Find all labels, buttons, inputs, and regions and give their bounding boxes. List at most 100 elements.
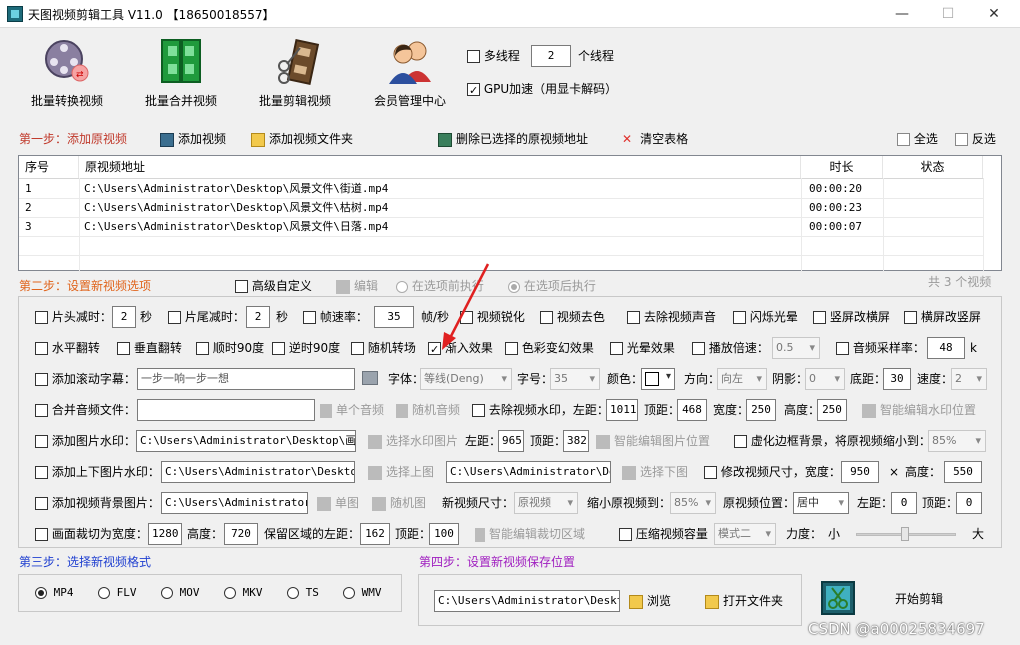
format-radio-dot[interactable] bbox=[161, 587, 173, 599]
format-radio-ts[interactable]: TS bbox=[287, 583, 319, 603]
sample-rate-input[interactable]: 48 bbox=[927, 337, 965, 359]
random-trans-check[interactable] bbox=[351, 342, 364, 355]
choose-watermark-image-button[interactable]: 选择水印图片 bbox=[368, 431, 458, 451]
wm-left-input[interactable]: 1011 bbox=[606, 399, 638, 421]
edit-button[interactable]: 编辑 bbox=[336, 276, 378, 296]
frame-rate-checkbox[interactable]: 帧速率： bbox=[303, 307, 368, 327]
flash-check[interactable] bbox=[733, 311, 746, 324]
img-top-input[interactable]: 382 bbox=[563, 430, 589, 452]
compress-mode-select[interactable]: 模式二 bbox=[714, 523, 776, 545]
crop-left-input[interactable]: 162 bbox=[360, 523, 390, 545]
blur-border-check[interactable] bbox=[734, 435, 747, 448]
wm-height-input[interactable]: 250 bbox=[817, 399, 847, 421]
random-image-button[interactable]: 随机图 bbox=[372, 493, 426, 513]
rot90-checkbox[interactable]: 顺时90度 bbox=[196, 338, 264, 358]
add-folder-button[interactable]: 添加视频文件夹 bbox=[251, 129, 353, 149]
batch-convert-button[interactable]: ⇄ 批量转换视频 bbox=[17, 36, 117, 109]
background-image-checkbox[interactable]: 添加视频背景图片： bbox=[35, 493, 160, 513]
head-cut-input[interactable]: 2 bbox=[112, 306, 136, 328]
hflip-checkbox[interactable]: 水平翻转 bbox=[35, 338, 100, 358]
member-center-button[interactable]: 会员管理中心 bbox=[360, 36, 460, 109]
smart-crop-button[interactable]: 智能编辑裁切区域 bbox=[475, 524, 585, 544]
audio-path-input[interactable] bbox=[137, 399, 315, 421]
scroll-sub-checkbox[interactable]: 添加滚动字幕： bbox=[35, 369, 136, 389]
table-row[interactable]: 3 C:\Users\Administrator\Desktop\风景文件\日落… bbox=[19, 217, 983, 236]
choose-top-image-button[interactable]: 选择上图 bbox=[368, 462, 434, 482]
v2h-check[interactable] bbox=[813, 311, 826, 324]
vflip-check[interactable] bbox=[117, 342, 130, 355]
head-cut-checkbox[interactable]: 片头减时： bbox=[35, 307, 112, 327]
format-radio-flv[interactable]: FLV bbox=[98, 583, 137, 603]
format-radio-dot[interactable] bbox=[287, 587, 299, 599]
minimize-button[interactable]: — bbox=[880, 0, 924, 28]
single-audio-button[interactable]: 单个音频 bbox=[320, 400, 384, 420]
position-select[interactable]: 居中 bbox=[793, 492, 849, 514]
crop-top-input[interactable]: 100 bbox=[429, 523, 459, 545]
resize-width-input[interactable]: 950 bbox=[841, 461, 879, 483]
format-radio-mp4[interactable]: MP4 bbox=[35, 583, 74, 603]
col-header-path[interactable]: 原视频地址 bbox=[79, 156, 801, 178]
maximize-button[interactable]: ☐ bbox=[926, 0, 970, 28]
head-cut-check[interactable] bbox=[35, 311, 48, 324]
blur-scale-select[interactable]: 85% bbox=[928, 430, 986, 452]
save-path-input[interactable]: C:\Users\Administrator\Desktop\ bbox=[434, 590, 620, 612]
v2h-checkbox[interactable]: 竖屏改横屏 bbox=[813, 307, 890, 327]
shadow-select[interactable]: 0 bbox=[805, 368, 845, 390]
speed-select[interactable]: 0.5 bbox=[772, 337, 820, 359]
delete-selected-button[interactable]: 删除已选择的原视频地址 bbox=[438, 129, 588, 149]
after-option-radio[interactable]: 在选项后执行 bbox=[508, 276, 596, 296]
table-row[interactable]: 1 C:\Users\Administrator\Desktop\风景文件\街道… bbox=[19, 179, 983, 198]
tail-cut-input[interactable]: 2 bbox=[246, 306, 270, 328]
resize-check[interactable] bbox=[704, 466, 717, 479]
format-radio-dot[interactable] bbox=[343, 587, 355, 599]
vflip-checkbox[interactable]: 垂直翻转 bbox=[117, 338, 182, 358]
wm-top-input[interactable]: 468 bbox=[677, 399, 707, 421]
remove-watermark-checkbox[interactable]: 去除视频水印，左距： bbox=[472, 400, 609, 420]
after-option-dot[interactable] bbox=[508, 280, 520, 293]
color-fx-check[interactable] bbox=[505, 342, 518, 355]
format-radio-dot[interactable] bbox=[35, 587, 47, 599]
bg-top-input[interactable]: 0 bbox=[956, 492, 982, 514]
single-image-button[interactable]: 单图 bbox=[317, 493, 359, 513]
top-image-path[interactable]: C:\Users\Administrator\Desktop\Q bbox=[161, 461, 355, 483]
subtitle-input[interactable]: 一步一响一步一想 bbox=[137, 368, 355, 390]
image-watermark-check[interactable] bbox=[35, 435, 48, 448]
browse-button[interactable]: 浏览 bbox=[629, 591, 671, 611]
gpu-checkbox[interactable]: GPU加速（用显卡解码） bbox=[467, 79, 617, 101]
merge-audio-check[interactable] bbox=[35, 404, 48, 417]
blur-border-checkbox[interactable]: 虚化边框背景，将原视频缩小到： bbox=[734, 431, 931, 451]
shrink-select[interactable]: 85% bbox=[670, 492, 716, 514]
h2v-check[interactable] bbox=[904, 311, 917, 324]
random-trans-checkbox[interactable]: 随机转场 bbox=[351, 338, 416, 358]
strength-slider[interactable] bbox=[856, 527, 956, 541]
light-fx-check[interactable] bbox=[610, 342, 623, 355]
add-video-button[interactable]: 添加视频 bbox=[160, 129, 226, 149]
new-size-select[interactable]: 原视频 bbox=[514, 492, 578, 514]
format-radio-mov[interactable]: MOV bbox=[161, 583, 200, 603]
remove-watermark-check[interactable] bbox=[472, 404, 485, 417]
thread-count-input[interactable]: 2 bbox=[531, 45, 571, 67]
top-bottom-image-checkbox[interactable]: 添加上下图片水印： bbox=[35, 462, 160, 482]
frame-rate-check[interactable] bbox=[303, 311, 316, 324]
crop-width-input[interactable]: 1280 bbox=[148, 523, 182, 545]
speed-checkbox[interactable]: 播放倍速： bbox=[692, 338, 769, 358]
smart-watermark-button[interactable]: 智能编辑水印位置 bbox=[862, 400, 976, 420]
tail-cut-checkbox[interactable]: 片尾减时： bbox=[168, 307, 245, 327]
merge-audio-checkbox[interactable]: 合并音频文件： bbox=[35, 400, 136, 420]
mute-check[interactable] bbox=[627, 311, 640, 324]
crop-check[interactable] bbox=[35, 528, 48, 541]
flash-checkbox[interactable]: 闪烁光晕 bbox=[733, 307, 798, 327]
before-option-dot[interactable] bbox=[396, 280, 408, 293]
batch-edit-button[interactable]: 批量剪辑视频 bbox=[245, 36, 345, 109]
gpu-check[interactable] bbox=[467, 81, 480, 101]
resize-checkbox[interactable]: 修改视频尺寸，宽度： bbox=[704, 462, 841, 482]
advanced-custom-checkbox[interactable]: 高级自定义 bbox=[235, 276, 312, 296]
wm-width-input[interactable]: 250 bbox=[746, 399, 776, 421]
strength-slider-thumb[interactable] bbox=[901, 527, 909, 541]
invert-button[interactable]: 反选 bbox=[955, 129, 996, 149]
direction-select[interactable]: 向左 bbox=[717, 368, 767, 390]
watermark-image-path[interactable]: C:\Users\Administrator\Desktop\画中画 bbox=[136, 430, 356, 452]
bottom-image-path[interactable]: C:\Users\Administrator\Desk bbox=[446, 461, 611, 483]
multithread-checkbox[interactable]: 多线程 bbox=[467, 46, 520, 66]
select-all-button[interactable]: 全选 bbox=[897, 129, 938, 149]
